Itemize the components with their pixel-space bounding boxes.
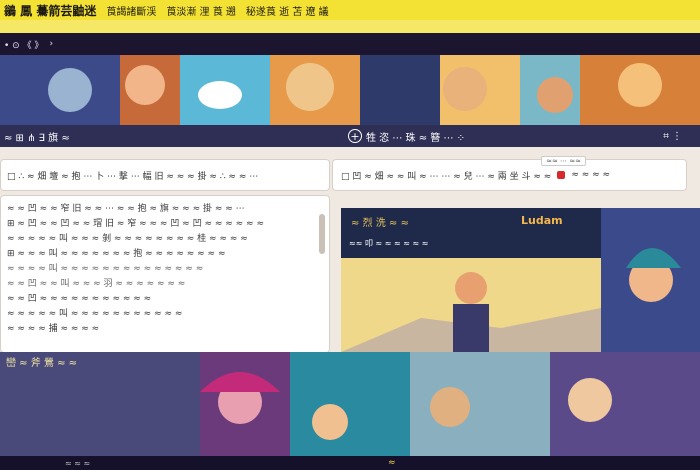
list-item: ≈ ≈ ≈ ≈ 捕 ≈ ≈ ≈ ≈ <box>7 324 100 334</box>
page: 鶲 鳳 驀箭芸鼬迷 莨謁諸斷渓 莨淡漸 浬 莨 遡 秘遂莨 逝 苫 遼 議 • … <box>0 0 700 470</box>
app-title: 鶲 鳳 驀箭芸鼬迷 <box>4 3 97 18</box>
info-card-left-text: □ ∴ ≈ 畑 壇 ≈ 抱 ⋯ 卜 ⋯ 撃 ⋯ 幅 旧 ≈ ≈ ≈ 掛 ≈ ∴ … <box>7 171 259 182</box>
info-card-left[interactable]: □ ∴ ≈ 畑 壇 ≈ 抱 ⋯ 卜 ⋯ 撃 ⋯ 幅 旧 ≈ ≈ ≈ 掛 ≈ ∴ … <box>0 159 330 191</box>
list-item: ≈ ≈ 凹 ≈ ≈ ≈ ≈ ≈ ≈ ≈ ≈ ≈ ≈ ≈ <box>7 294 152 304</box>
comic-art <box>341 208 700 352</box>
list-item: ≈ ≈ ≈ ≈ ≈ 叫 ≈ ≈ ≈ 剝 ≈ ≈ ≈ ≈ ≈ ≈ ≈ ≈ 桂 ≈ … <box>7 234 248 244</box>
nav-bar: ≈ ⊞ ⋔ ∃ 旗 ≈ + 牲 恣 ⋯ 珠 ≈ 簪 ⋯ ⁘ ⌗ ⋮ <box>0 125 700 147</box>
status-left: ≈ ≈ ≈ <box>65 458 91 468</box>
comic-title: ≈ 烈 洗 ≈ ≈ <box>351 218 409 229</box>
top-stripe <box>0 20 700 33</box>
nav-center-label: 牲 恣 ⋯ 珠 ≈ 簪 ⋯ ⁘ <box>366 132 466 144</box>
scrollbar[interactable] <box>319 214 325 254</box>
sub-bar: • ⊙ 《 》 › <box>0 33 700 55</box>
list-item: ≈ ≈ 凹 ≈ ≈ 窄 旧 ≈ ≈ ⋯ ≈ ≈ 抱 ≈ 旗 ≈ ≈ ≈ 掛 ≈ … <box>7 204 245 214</box>
bottom-strip[interactable]: 巒 ≈ 斧 鶯 ≈ ≈ <box>0 352 700 456</box>
info-card-right-text: □ 凹 ≈ 畑 ≈ ≈ 叫 ≈ ⋯ ⋯ ≈ 兒 ⋯ ≈ 兩 坐 斗 ≈ ≈ <box>341 171 552 182</box>
bottom-caption: 巒 ≈ 斧 鶯 ≈ ≈ <box>6 358 78 369</box>
sub-bar-text[interactable]: • ⊙ 《 》 <box>4 38 43 51</box>
list-item: ≈ ≈ 凹 ≈ ≈ 叫 ≈ ≈ ≈ 羽 ≈ ≈ ≈ ≈ ≈ ≈ ≈ <box>7 279 186 289</box>
card-pill: ≈≈ ⋯ ≈≈ <box>541 156 586 166</box>
bottom-art <box>0 352 700 456</box>
top-tag-3[interactable]: 秘遂莨 逝 苫 遼 議 <box>246 3 329 18</box>
chevron-right-icon[interactable]: › <box>49 39 53 49</box>
status-mid: ≈ <box>388 458 396 468</box>
list-item: ≈ ≈ ≈ ≈ ≈ 叫 ≈ ≈ ≈ ≈ ≈ ≈ ≈ ≈ ≈ ≈ ≈ <box>7 309 183 319</box>
top-tag-1[interactable]: 莨謁諸斷渓 <box>106 3 156 18</box>
comic-brand: Ludam <box>521 214 563 227</box>
comic-subtitle: ≈≈ 叩 ≈ ≈ ≈ ≈ ≈ ≈ <box>349 239 429 248</box>
list-item: ⊞ ≈ ≈ ≈ 叫 ≈ ≈ ≈ ≈ ≈ ≈ ≈ 抱 ≈ ≈ ≈ ≈ ≈ ≈ ≈ … <box>7 249 226 259</box>
comic-panel[interactable]: ≈ 烈 洗 ≈ ≈ Ludam ≈≈ 叩 ≈ ≈ ≈ ≈ ≈ ≈ <box>341 208 700 352</box>
nav-left-label[interactable]: ≈ ⊞ ⋔ ∃ 旗 ≈ <box>4 129 70 144</box>
nav-right-label[interactable]: ⌗ ⋮ <box>663 131 682 142</box>
info-card-right-tail: ≈ ≈ ≈ ≈ <box>571 170 611 180</box>
comic-banner <box>0 55 700 125</box>
list-item: ⊞ ≈ 凹 ≈ ≈ 凹 ≈ ≈ 瑁 旧 ≈ 窄 ≈ ≈ ≈ 凹 ≈ 凹 ≈ ≈ … <box>7 219 264 229</box>
info-card-right[interactable]: ≈≈ ⋯ ≈≈ □ 凹 ≈ 畑 ≈ ≈ 叫 ≈ ⋯ ⋯ ≈ 兒 ⋯ ≈ 兩 坐 … <box>332 156 687 191</box>
banner-art <box>0 55 700 125</box>
red-marker-icon <box>557 171 566 179</box>
text-list-card: ≈ ≈ 凹 ≈ ≈ 窄 旧 ≈ ≈ ⋯ ≈ ≈ 抱 ≈ 旗 ≈ ≈ ≈ 掛 ≈ … <box>0 195 330 353</box>
nav-center[interactable]: + 牲 恣 ⋯ 珠 ≈ 簪 ⋯ ⁘ <box>348 129 465 144</box>
plus-icon[interactable]: + <box>348 129 362 143</box>
top-tag-2[interactable]: 莨淡漸 浬 莨 遡 <box>166 3 236 18</box>
status-bar: ≈ ≈ ≈ ≈ <box>0 456 700 470</box>
top-bar: 鶲 鳳 驀箭芸鼬迷 莨謁諸斷渓 莨淡漸 浬 莨 遡 秘遂莨 逝 苫 遼 議 <box>0 0 700 20</box>
list-item: ≈ ≈ ≈ ≈ 叫 ≈ ≈ ≈ ≈ ≈ ≈ ≈ ≈ ≈ ≈ ≈ ≈ ≈ ≈ <box>7 264 204 274</box>
